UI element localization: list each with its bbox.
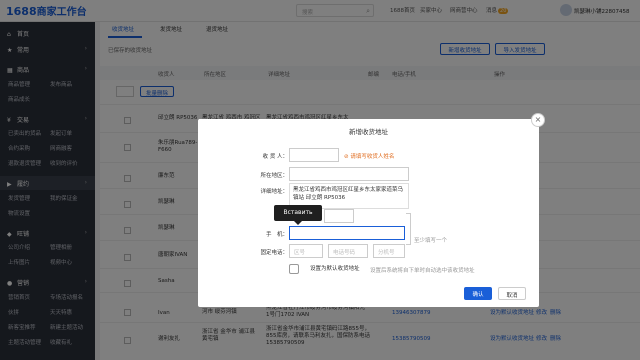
mobile-input[interactable] [289,226,405,240]
address-label: 详细地址： [260,189,288,195]
phone-number-input[interactable]: 电话号码 [328,244,368,258]
zip-input[interactable] [324,209,354,223]
tooltip-arrow [294,221,302,225]
receiver-label: 收 货 人： [262,154,289,160]
dialog-title: 新增收货地址 [349,128,388,136]
default-address-label: 设置为默认收货地址 [310,266,360,272]
confirm-button[interactable]: 确认 [464,287,492,300]
region-label: 所在地区： [260,173,288,179]
region-select[interactable] [289,167,409,181]
cancel-button[interactable]: 取消 [498,287,526,300]
new-address-dialog: × 新增收货地址 收 货 人： ⊘ 请填写收货人姓名 所在地区： 详细地址： 黑… [198,113,545,307]
phone-area-input[interactable]: 区号 [289,244,323,258]
required-bracket [406,213,411,245]
default-address-checkbox[interactable] [289,264,299,274]
close-icon[interactable]: × [531,113,545,127]
receiver-input[interactable] [289,148,339,162]
phone-ext-input[interactable]: 分机号 [373,244,405,258]
at-least-one-hint: 至少填写一个 [414,238,448,244]
mobile-label: 手 机： [265,232,288,238]
address-text: 黑龙江省鸡西市鸡冠区红星乡东太家家道菜乌镇站 邱立朗 RP5036 [293,187,404,201]
phone-label: 固定电话： [260,250,288,256]
paste-tooltip[interactable]: Вставить [274,205,322,221]
receiver-hint: ⊘ 请填写收货人姓名 [344,154,395,160]
default-address-hint: 设置后系统将自下单时自动选中该收货地址 [370,268,475,274]
